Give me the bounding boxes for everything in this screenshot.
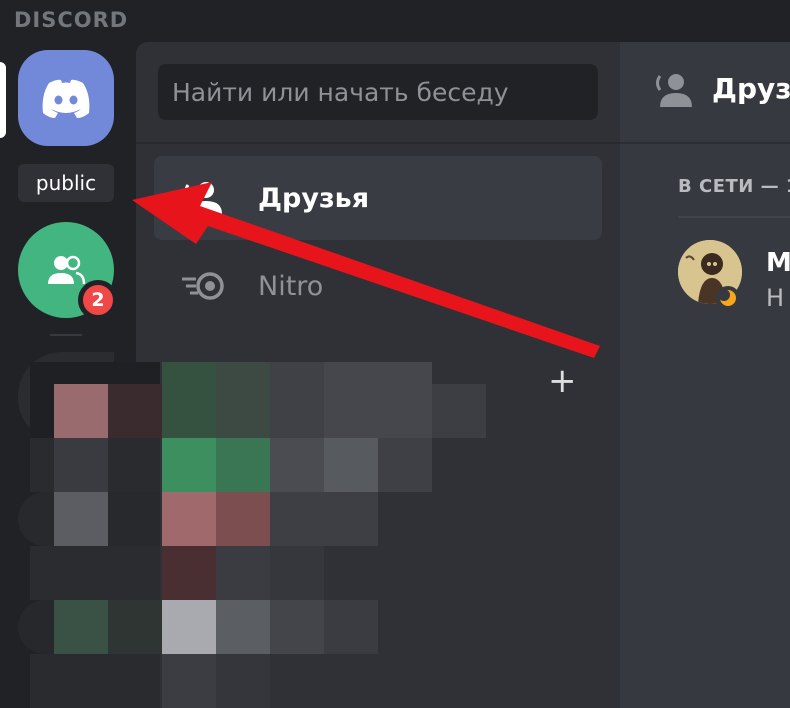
search-input[interactable]: Найти или начать беседу xyxy=(158,64,598,120)
online-section-label: В СЕТИ — 1 xyxy=(678,176,790,197)
friend-name[interactable]: M xyxy=(766,248,790,278)
discord-logo-icon xyxy=(42,79,90,118)
selected-indicator xyxy=(0,62,6,138)
idle-status-icon xyxy=(716,286,740,310)
search-bar-container: Найти или начать беседу xyxy=(136,42,620,144)
section-divider xyxy=(678,216,790,218)
notification-badge: 2 xyxy=(78,280,118,320)
nitro-icon xyxy=(174,271,234,301)
app-brand: DISCORD xyxy=(14,8,129,32)
friends-icon xyxy=(174,181,234,215)
nav-label-friends: Друзья xyxy=(258,182,370,214)
users-icon xyxy=(48,255,86,285)
server-tooltip: public xyxy=(18,164,114,202)
home-button[interactable] xyxy=(18,50,114,146)
nav-item-friends[interactable]: Друзья xyxy=(154,156,602,240)
friends-panel: Друзья В СЕТИ — 1 M Н xyxy=(620,42,790,708)
add-dm-button[interactable]: + xyxy=(548,364,577,398)
server-separator xyxy=(50,334,82,336)
friends-header-title: Друзья xyxy=(712,72,790,105)
nav-item-nitro[interactable]: Nitro xyxy=(154,244,602,328)
nav-label-nitro: Nitro xyxy=(258,270,324,302)
titlebar: DISCORD xyxy=(0,0,790,42)
friend-status: Н xyxy=(766,284,785,312)
friends-header: Друзья xyxy=(620,42,790,144)
friends-header-icon xyxy=(654,72,696,112)
